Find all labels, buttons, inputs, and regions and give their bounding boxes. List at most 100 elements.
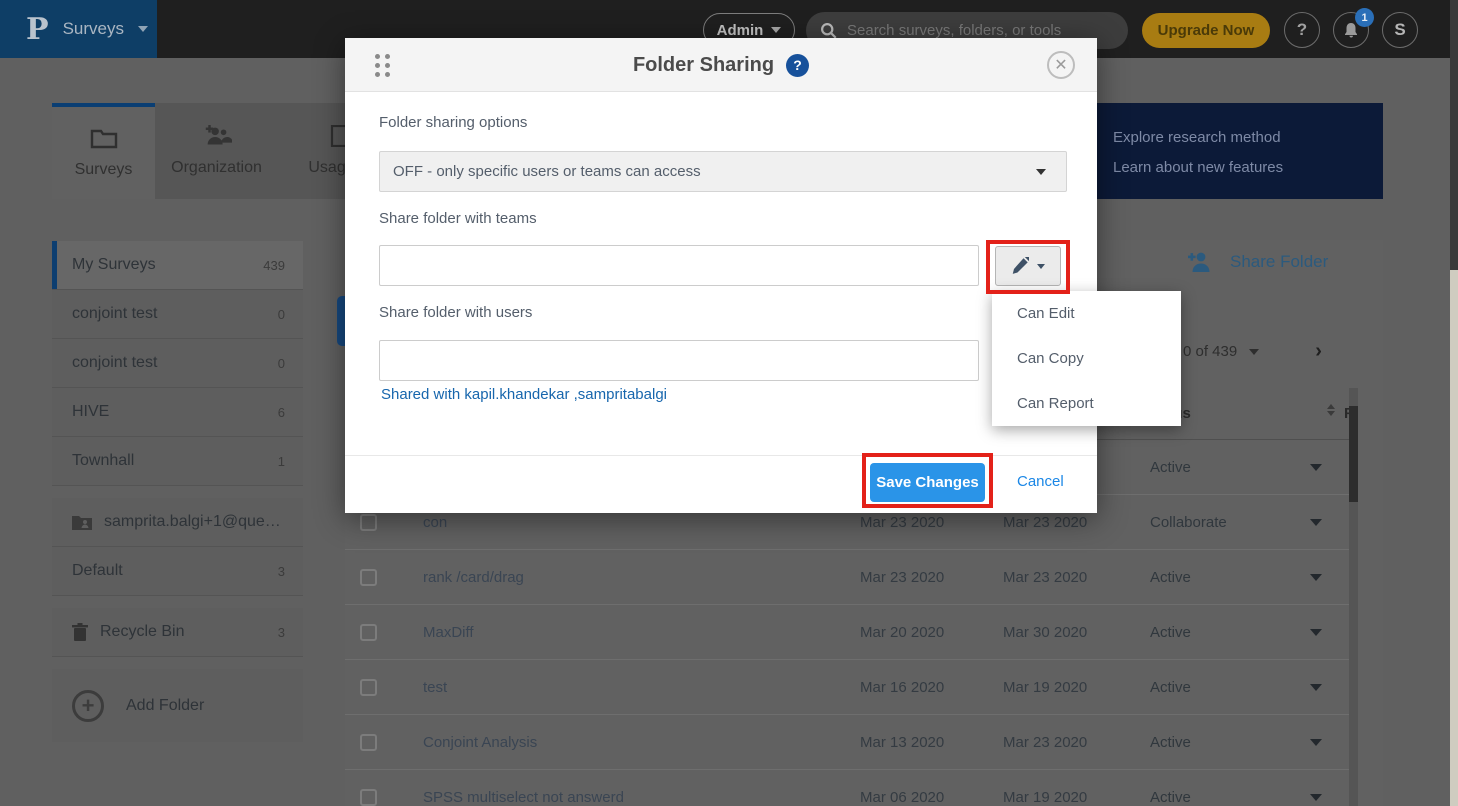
created-date: Mar 06 2020 xyxy=(860,789,944,806)
folder-label: Default xyxy=(72,562,123,580)
survey-name[interactable]: Conjoint Analysis xyxy=(423,734,537,751)
pencil-icon xyxy=(1012,257,1029,276)
save-changes-button[interactable]: Save Changes xyxy=(870,463,985,502)
notifications-button[interactable]: 1 xyxy=(1333,12,1369,48)
shared-folder-icon xyxy=(72,514,92,530)
status-value[interactable]: Active xyxy=(1150,459,1191,476)
tab-label: Organization xyxy=(171,159,262,177)
close-icon[interactable]: ✕ xyxy=(1047,51,1075,79)
chevron-down-icon[interactable] xyxy=(1310,629,1322,636)
modified-date: Mar 19 2020 xyxy=(1003,789,1087,806)
sharing-options-select[interactable]: OFF - only specific users or teams can a… xyxy=(379,151,1067,192)
modified-date: Mar 23 2020 xyxy=(1003,734,1087,751)
add-folder-button[interactable]: + Add Folder xyxy=(52,669,303,742)
sidebar-item-conjoint-test-1[interactable]: conjoint test 0 xyxy=(52,290,303,339)
sidebar-item-hive[interactable]: HIVE 6 xyxy=(52,388,303,437)
created-date: Mar 23 2020 xyxy=(860,569,944,586)
menu-item-can-edit[interactable]: Can Edit xyxy=(992,291,1181,336)
cancel-link[interactable]: Cancel xyxy=(1017,473,1064,490)
banner-link-research[interactable]: Explore research method xyxy=(1113,129,1383,146)
folder-label: Recycle Bin xyxy=(100,623,184,641)
row-checkbox[interactable] xyxy=(360,734,377,751)
app-window: P Surveys Admin Upgrade Now ? 1 S Survey… xyxy=(0,0,1458,806)
share-folder-button[interactable]: Share Folder xyxy=(1188,252,1328,272)
menu-item-can-report[interactable]: Can Report xyxy=(992,381,1181,426)
chevron-down-icon[interactable] xyxy=(1310,684,1322,691)
status-value[interactable]: Active xyxy=(1150,624,1191,641)
modal-footer: Save Changes Cancel xyxy=(345,455,1097,513)
status-value[interactable]: Active xyxy=(1150,679,1191,696)
banner-link-features[interactable]: Learn about new features xyxy=(1113,159,1383,176)
table-row[interactable]: SPSS multiselect not answerd Mar 06 2020… xyxy=(345,770,1349,806)
survey-name[interactable]: test xyxy=(423,679,447,696)
folder-count: 3 xyxy=(278,564,285,579)
sidebar-item-my-surveys[interactable]: My Surveys 439 xyxy=(52,241,303,290)
sort-icon[interactable] xyxy=(1327,404,1335,416)
product-switcher[interactable]: P Surveys xyxy=(0,0,157,58)
survey-name[interactable]: SPSS multiselect not answerd xyxy=(423,789,624,806)
scrollbar-thumb[interactable] xyxy=(1349,406,1358,502)
next-page-icon[interactable]: › xyxy=(1315,340,1322,363)
help-icon[interactable]: ? xyxy=(786,54,809,77)
chevron-down-icon[interactable] xyxy=(1310,464,1322,471)
upgrade-now-button[interactable]: Upgrade Now xyxy=(1142,13,1270,48)
row-checkbox[interactable] xyxy=(360,514,377,531)
plus-circle-icon: + xyxy=(72,690,104,722)
scrollbar-thumb[interactable] xyxy=(1450,0,1458,270)
survey-name[interactable]: con xyxy=(423,514,447,531)
sidebar-item-conjoint-test-2[interactable]: conjoint test 0 xyxy=(52,339,303,388)
share-teams-input[interactable] xyxy=(379,245,979,286)
help-button[interactable]: ? xyxy=(1284,12,1320,48)
share-users-input[interactable] xyxy=(379,340,979,381)
created-date: Mar 23 2020 xyxy=(860,514,944,531)
folder-label: conjoint test xyxy=(72,305,157,323)
sidebar-item-shared-account[interactable]: samprita.balgi+1@que… xyxy=(52,498,303,547)
chevron-down-icon xyxy=(771,27,781,33)
sidebar-item-recycle-bin[interactable]: Recycle Bin 3 xyxy=(52,608,303,657)
status-value[interactable]: Collaborate xyxy=(1150,514,1227,531)
status-value[interactable]: Active xyxy=(1150,569,1191,586)
row-checkbox[interactable] xyxy=(360,569,377,586)
search-input[interactable] xyxy=(847,22,1107,39)
search-icon xyxy=(820,22,837,39)
folder-count: 6 xyxy=(278,405,285,420)
menu-item-can-copy[interactable]: Can Copy xyxy=(992,336,1181,381)
permissions-menu: Can Edit Can Copy Can Report xyxy=(992,291,1181,426)
window-scrollbar[interactable] xyxy=(1450,0,1458,806)
table-row[interactable]: MaxDiff Mar 20 2020 Mar 30 2020 Active xyxy=(345,605,1349,660)
pagination-control[interactable]: 0 of 439 › xyxy=(1183,340,1322,363)
status-value[interactable]: Active xyxy=(1150,789,1191,806)
folder-count: 1 xyxy=(278,454,285,469)
chevron-down-icon[interactable] xyxy=(1310,519,1322,526)
table-scrollbar[interactable] xyxy=(1349,388,1358,806)
chevron-down-icon[interactable] xyxy=(1310,574,1322,581)
table-row[interactable]: rank /card/drag Mar 23 2020 Mar 23 2020 … xyxy=(345,550,1349,605)
add-folder-label: Add Folder xyxy=(126,697,204,715)
row-checkbox[interactable] xyxy=(360,624,377,641)
survey-name[interactable]: MaxDiff xyxy=(423,624,474,641)
status-value[interactable]: Active xyxy=(1150,734,1191,751)
share-teams-label: Share folder with teams xyxy=(379,210,537,227)
questionpro-logo-icon: P xyxy=(26,12,49,47)
table-row[interactable]: Conjoint Analysis Mar 13 2020 Mar 23 202… xyxy=(345,715,1349,770)
folder-count: 0 xyxy=(278,307,285,322)
modified-date: Mar 19 2020 xyxy=(1003,679,1087,696)
folder-sharing-modal: Folder Sharing ? ✕ Folder sharing option… xyxy=(345,38,1097,513)
tab-surveys[interactable]: Surveys xyxy=(52,103,155,199)
permissions-button[interactable] xyxy=(995,246,1061,286)
tab-organization[interactable]: Organization xyxy=(155,103,278,199)
sidebar-item-townhall[interactable]: Townhall 1 xyxy=(52,437,303,486)
folder-label: My Surveys xyxy=(72,256,156,274)
user-avatar[interactable]: S xyxy=(1382,12,1418,48)
survey-name[interactable]: rank /card/drag xyxy=(423,569,524,586)
folder-count: 0 xyxy=(278,356,285,371)
admin-label: Admin xyxy=(717,22,764,39)
sidebar-item-default[interactable]: Default 3 xyxy=(52,547,303,596)
table-row[interactable]: test Mar 16 2020 Mar 19 2020 Active xyxy=(345,660,1349,715)
tab-label: Surveys xyxy=(75,161,133,179)
folder-label: conjoint test xyxy=(72,354,157,372)
chevron-down-icon[interactable] xyxy=(1310,794,1322,801)
row-checkbox[interactable] xyxy=(360,679,377,696)
row-checkbox[interactable] xyxy=(360,789,377,806)
chevron-down-icon[interactable] xyxy=(1310,739,1322,746)
